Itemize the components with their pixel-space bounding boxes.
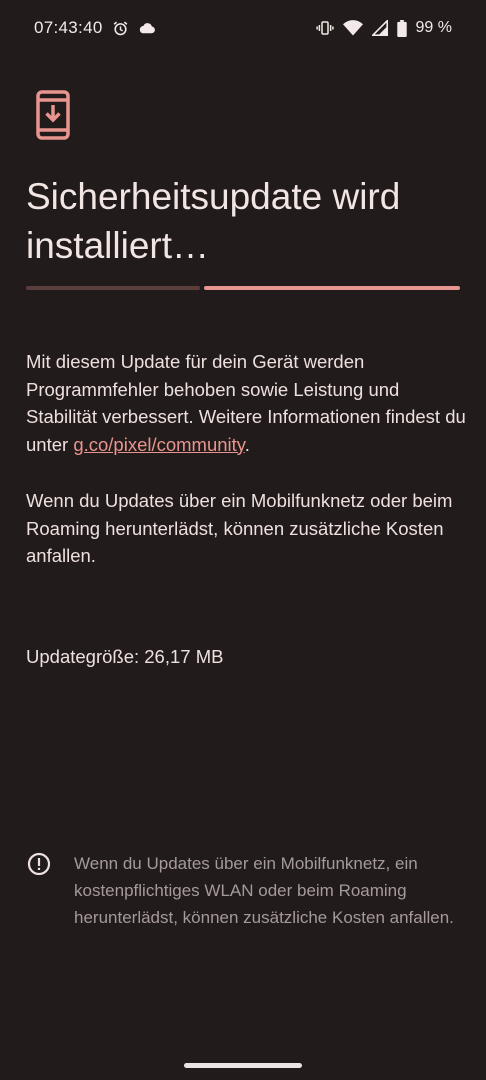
phone-download-icon <box>36 90 70 140</box>
update-size: Updategröße: 26,17 MB <box>26 646 224 667</box>
wifi-icon <box>342 20 363 36</box>
update-screen: 07:43:40 99 % Sicherheitsupdate wird ins… <box>0 0 486 1080</box>
description-paragraph-2: Wenn du Updates über ein Mobilfunknetz o… <box>26 490 453 566</box>
cloud-icon <box>138 21 156 35</box>
alarm-icon <box>112 20 129 37</box>
community-link[interactable]: g.co/pixel/community <box>73 434 244 455</box>
info-text: Wenn du Updates über ein Mobilfunknetz, … <box>74 854 454 927</box>
progress-fill <box>204 286 460 290</box>
info-icon <box>27 852 51 876</box>
status-left: 07:43:40 <box>34 18 156 38</box>
battery-percentage: 99 % <box>415 19 452 36</box>
progress-track <box>26 286 200 290</box>
page-title: Sicherheitsupdate wird installiert… <box>26 176 401 266</box>
cell-signal-icon <box>371 20 388 36</box>
update-progress-bar <box>26 286 460 290</box>
vibrate-icon <box>315 20 334 36</box>
battery-icon <box>396 19 407 37</box>
description-period: . <box>244 433 250 455</box>
status-bar: 07:43:40 99 % <box>0 0 486 56</box>
status-right: 99 % <box>315 19 452 37</box>
status-time: 07:43:40 <box>34 18 103 37</box>
description-paragraph-1: Mit diesem Update für dein Gerät werden … <box>26 348 466 458</box>
home-indicator[interactable] <box>184 1063 302 1068</box>
